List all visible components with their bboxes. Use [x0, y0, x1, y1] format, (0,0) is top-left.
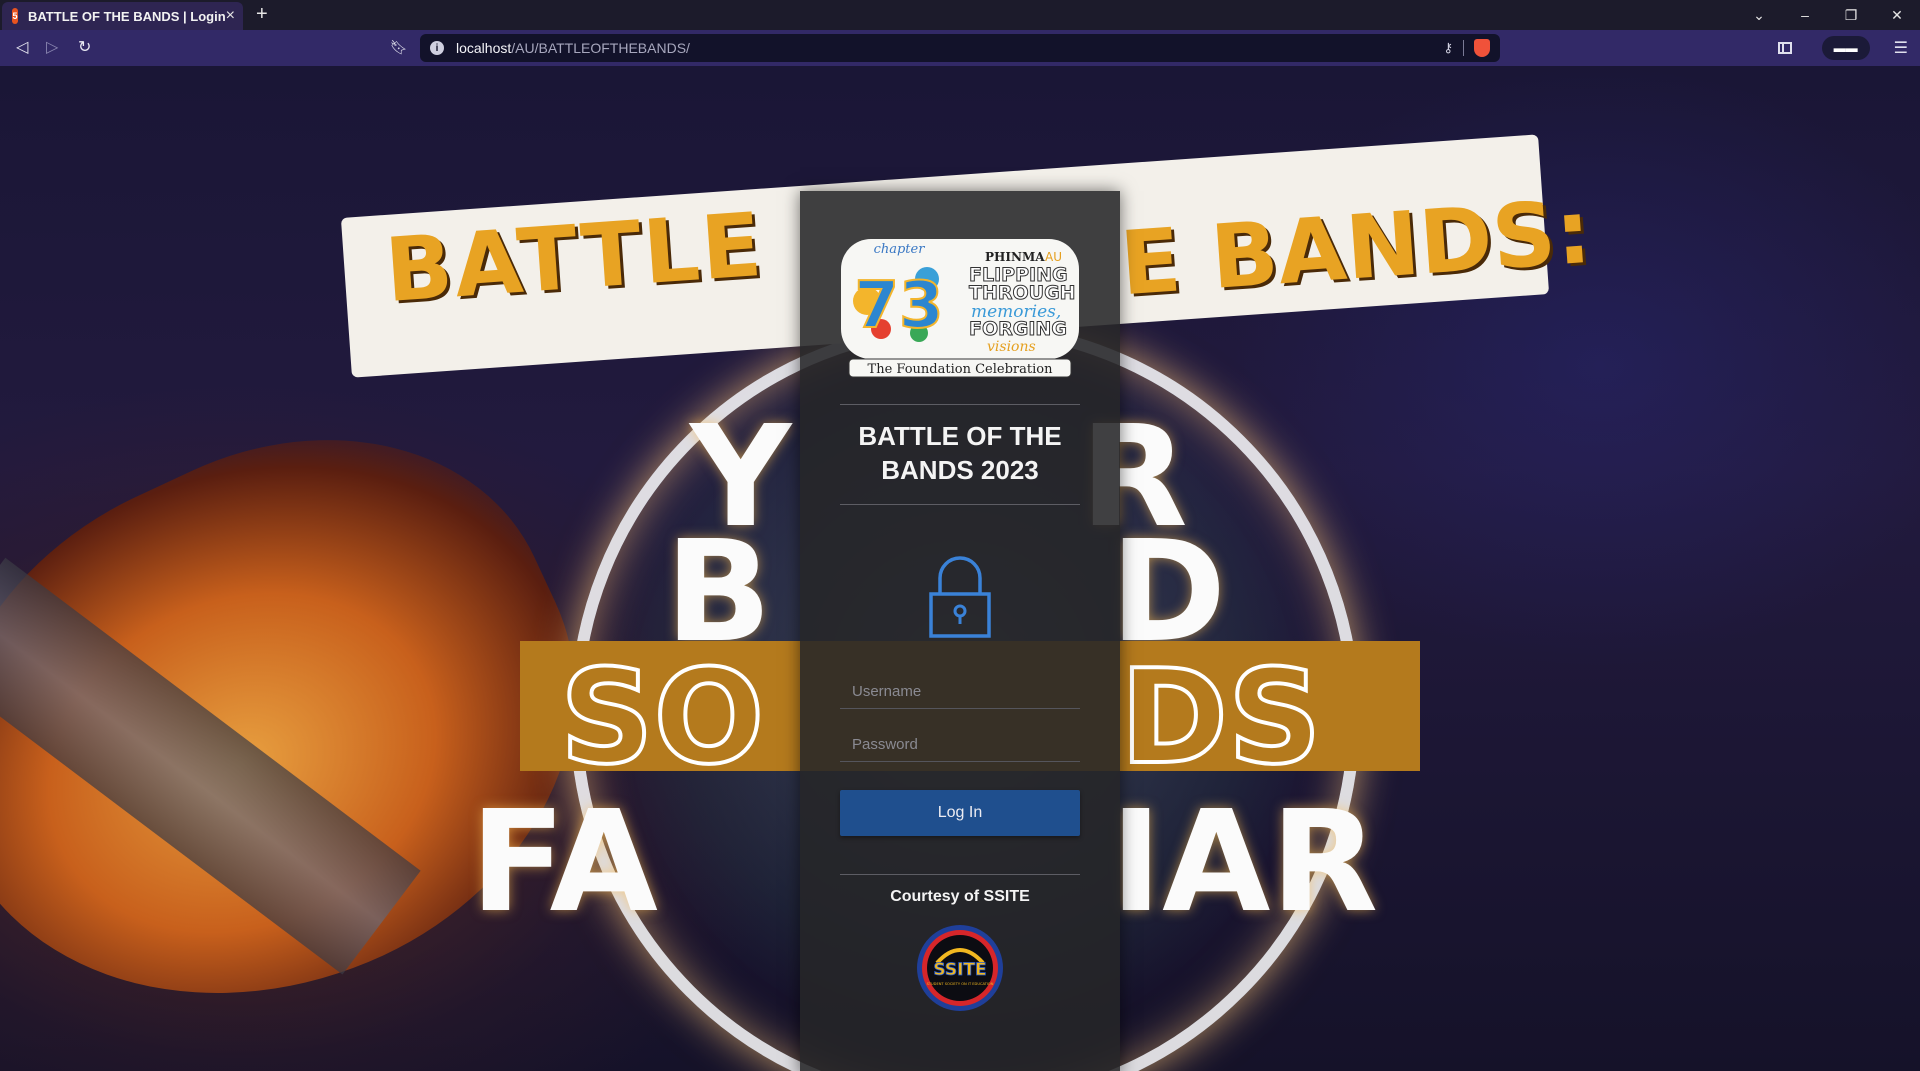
key-icon[interactable]: ⚷	[1443, 40, 1453, 56]
browser-tab-bar: 5 BATTLE OF THE BANDS | Login × + ⌄ – ❐ …	[0, 0, 1920, 30]
event-title: BATTLE OF THE BANDS 2023	[858, 421, 1062, 485]
bg-word-sounds-left: SO	[558, 639, 766, 795]
guitar-neck	[0, 557, 421, 975]
url-host: localhost	[456, 40, 512, 56]
lock-icon	[929, 556, 991, 638]
bg-word-sounds-right: DS	[1118, 639, 1324, 795]
close-window-button[interactable]: ✕	[1874, 7, 1920, 24]
divider	[840, 404, 1080, 405]
logo-org-accent: AU	[1045, 250, 1062, 264]
foundation-logo: chapter 73 PHINMA AU FLIPPING THROUGH me…	[841, 239, 1079, 378]
window-controls: ⌄ – ❐ ✕	[1736, 0, 1920, 30]
address-bar[interactable]: i localhost /AU/BATTLEOFTHEBANDS/ ⚷	[420, 34, 1500, 62]
forward-icon[interactable]: ▷	[46, 39, 58, 57]
wallet-icon[interactable]: ▬▬	[1821, 36, 1870, 60]
tab-title: BATTLE OF THE BANDS | Login	[28, 8, 226, 24]
logo-line2: THROUGH	[969, 282, 1076, 304]
new-tab-button[interactable]: +	[256, 4, 268, 24]
tab-close-icon[interactable]: ×	[226, 8, 235, 24]
sidebar-icon[interactable]	[1777, 42, 1792, 54]
password-input[interactable]	[840, 728, 1080, 762]
login-button[interactable]: Log In	[840, 790, 1080, 836]
logo-number: 73	[854, 269, 943, 343]
url-path: /AU/BATTLEOFTHEBANDS/	[511, 40, 690, 56]
page-background: BATTLE E BANDS: Y R B D SO DS FA IAR cha…	[0, 66, 1920, 1071]
browser-toolbar: ◁ ▷ ↻ 🔖︎ i localhost /AU/BATTLEOFTHEBAND…	[0, 30, 1920, 66]
bookmark-icon[interactable]: 🔖︎	[390, 39, 408, 56]
logo-line4: FORGING	[969, 318, 1067, 340]
minimize-button[interactable]: –	[1782, 7, 1828, 23]
restore-button[interactable]: ❐	[1828, 7, 1874, 24]
menu-icon[interactable]: ☰	[1894, 38, 1908, 58]
login-card: chapter 73 PHINMA AU FLIPPING THROUGH me…	[800, 191, 1120, 1071]
divider	[1463, 40, 1464, 56]
site-info-icon[interactable]: i	[430, 41, 444, 55]
divider	[840, 504, 1080, 505]
tab-active[interactable]: 5 BATTLE OF THE BANDS | Login ×	[2, 2, 243, 30]
reload-icon[interactable]: ↻	[78, 39, 91, 57]
brave-shield-icon[interactable]	[1474, 39, 1490, 57]
ssite-subtext: STUDENT SOCIETY ON IT EDUCATION	[927, 982, 994, 986]
back-icon[interactable]: ◁	[16, 39, 28, 57]
bg-word-familiar-right: IAR	[1110, 781, 1379, 944]
username-input[interactable]	[840, 675, 1080, 709]
courtesy-text: Courtesy of SSITE	[890, 888, 1030, 905]
ssite-logo: SSITE STUDENT SOCIETY ON IT EDUCATION	[917, 925, 1003, 1011]
tab-search-icon[interactable]: ⌄	[1736, 7, 1782, 24]
logo-ribbon-text: The Foundation Celebration	[868, 362, 1054, 377]
divider	[840, 874, 1080, 875]
bg-word-familiar-left: FA	[470, 781, 658, 944]
logo-chapter: chapter	[874, 242, 926, 257]
html5-icon: 5	[12, 8, 18, 24]
logo-line5: visions	[987, 339, 1036, 355]
logo-org: PHINMA	[985, 250, 1045, 264]
ssite-wordmark: SSITE	[933, 960, 986, 980]
